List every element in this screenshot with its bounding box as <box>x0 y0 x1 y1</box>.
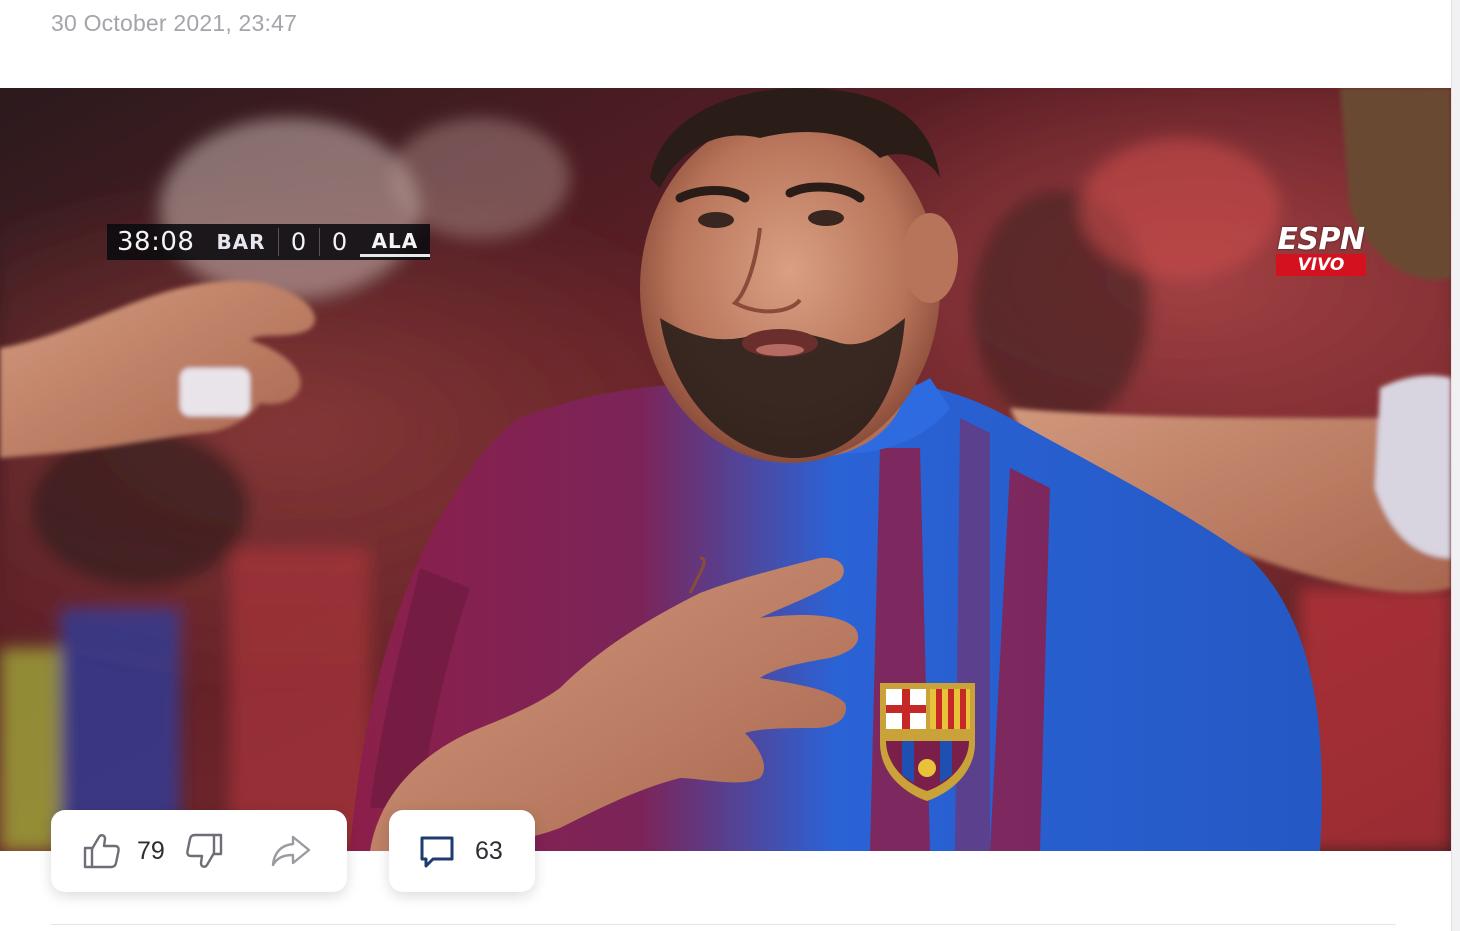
share-button[interactable] <box>269 829 313 873</box>
like-button[interactable] <box>79 829 123 873</box>
match-scorebug: 38:08 BAR 0 0 ALA <box>107 224 431 260</box>
thumbs-down-icon <box>185 833 223 868</box>
post-video-frame[interactable]: 38:08 BAR 0 0 ALA ESPN VIVO <box>0 88 1451 851</box>
reactions-bar: 79 <box>51 810 347 892</box>
like-count: 79 <box>137 836 165 865</box>
home-team-label: BAR <box>216 230 266 254</box>
section-divider <box>51 924 1396 925</box>
comment-count: 63 <box>475 836 503 865</box>
post-timestamp: 30 October 2021, 23:47 <box>51 10 298 36</box>
home-score: 0 <box>277 228 319 256</box>
broadcaster-name: ESPN <box>1277 222 1365 257</box>
comment-icon-wrapper <box>417 831 457 871</box>
video-frame-image <box>0 88 1451 851</box>
post-page: 30 October 2021, 23:47 38:08 BAR 0 0 ALA… <box>0 0 1460 931</box>
away-team-label: ALA <box>359 228 431 257</box>
comments-button[interactable]: 63 <box>389 810 535 892</box>
dislike-button[interactable] <box>183 829 227 873</box>
share-arrow-icon <box>271 835 311 867</box>
match-clock: 38:08 <box>117 227 195 257</box>
away-score: 0 <box>318 228 360 256</box>
broadcaster-logo: ESPN VIVO <box>1265 224 1377 276</box>
right-scroll-edge <box>1451 0 1460 931</box>
live-badge: VIVO <box>1275 254 1367 276</box>
thumbs-up-icon <box>83 834 120 869</box>
comment-bubble-icon <box>420 836 454 868</box>
